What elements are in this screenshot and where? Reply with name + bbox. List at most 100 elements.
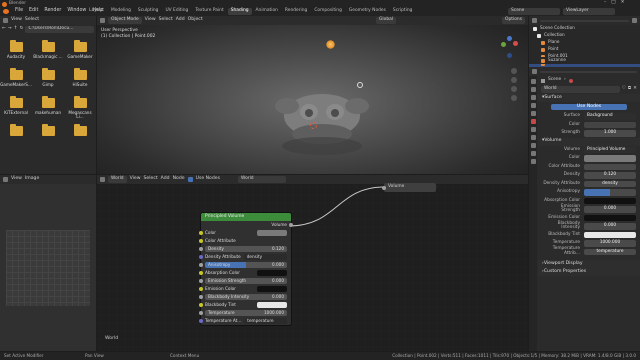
properties-search[interactable] bbox=[540, 70, 637, 73]
viewport-menu-add[interactable]: Add bbox=[176, 18, 185, 23]
scene-field[interactable]: Scene bbox=[508, 8, 560, 15]
outliner-row-suzanne[interactable]: Suzanne bbox=[529, 57, 640, 64]
tab-sculpting[interactable]: Sculpting bbox=[135, 8, 162, 15]
camera-icon[interactable] bbox=[511, 86, 517, 92]
node-value-slider[interactable]: Anisotropy 0.000 bbox=[205, 262, 287, 268]
forward-arrow-icon[interactable]: → bbox=[8, 27, 12, 32]
file-menu-select[interactable]: Select bbox=[25, 18, 39, 23]
tab-rendering[interactable]: Rendering bbox=[282, 8, 310, 15]
tab-scripting[interactable]: Scripting bbox=[390, 8, 416, 15]
neg-z-axis-icon[interactable] bbox=[507, 53, 512, 58]
editor-type-icon[interactable] bbox=[532, 69, 537, 74]
editor-type-icon[interactable] bbox=[3, 177, 8, 182]
menu-edit[interactable]: Edit bbox=[26, 8, 41, 14]
input-socket[interactable] bbox=[199, 247, 203, 251]
input-socket[interactable] bbox=[199, 231, 203, 235]
modifier-tab-icon[interactable] bbox=[530, 135, 536, 140]
property-field[interactable]: 0.120 bbox=[584, 172, 636, 179]
input-socket[interactable] bbox=[199, 287, 203, 291]
folder-item[interactable]: HiSuite bbox=[64, 66, 96, 94]
world-tab-icon[interactable] bbox=[530, 119, 536, 124]
output-tab-icon[interactable] bbox=[530, 95, 536, 100]
input-socket[interactable] bbox=[199, 255, 203, 259]
image-menu-view[interactable]: View bbox=[11, 177, 22, 182]
property-field[interactable]: density bbox=[584, 180, 636, 187]
custom-properties-header[interactable]: › Custom Properties bbox=[538, 268, 640, 276]
menu-render[interactable]: Render bbox=[41, 8, 64, 14]
folder-item[interactable]: Audacity bbox=[0, 38, 32, 66]
outliner-search[interactable] bbox=[540, 19, 629, 22]
folder-item[interactable] bbox=[64, 122, 96, 150]
viewport-menu-select[interactable]: Select bbox=[159, 18, 173, 23]
file-menu-view[interactable]: View bbox=[11, 18, 22, 23]
x-axis-icon[interactable] bbox=[513, 41, 518, 46]
attribute-field[interactable]: temperature bbox=[244, 318, 287, 324]
view-layer-field[interactable]: ViewLayer bbox=[563, 8, 615, 15]
property-field[interactable]: 0.000 bbox=[584, 206, 636, 213]
property-field[interactable] bbox=[584, 189, 636, 196]
volume-input-socket[interactable] bbox=[382, 185, 386, 190]
folder-item[interactable]: GameMaker bbox=[64, 38, 96, 66]
node-value-slider[interactable]: Temperature 1000.000 bbox=[205, 310, 287, 316]
color-swatch[interactable] bbox=[584, 121, 636, 128]
editor-type-icon[interactable] bbox=[100, 18, 105, 23]
scene-tab-icon[interactable] bbox=[530, 111, 536, 116]
input-socket[interactable] bbox=[199, 239, 203, 243]
input-socket[interactable] bbox=[199, 311, 203, 315]
world-datablock-field[interactable]: World bbox=[541, 86, 620, 93]
image-menu-image[interactable]: Image bbox=[25, 177, 39, 182]
property-field[interactable]: 1000.000 bbox=[584, 240, 636, 247]
copy-icon[interactable]: ⧉ bbox=[628, 87, 631, 92]
node-value-slider[interactable]: Density 0.120 bbox=[205, 246, 287, 252]
input-socket[interactable] bbox=[199, 271, 203, 275]
property-field[interactable]: 0.000 bbox=[584, 223, 636, 230]
tab-animation[interactable]: Animation bbox=[253, 8, 281, 15]
close-icon[interactable]: ✕ bbox=[633, 87, 637, 92]
maximize-icon[interactable]: □ bbox=[611, 0, 615, 6]
strength-field[interactable]: 1.000 bbox=[584, 130, 636, 137]
attribute-field[interactable]: density bbox=[243, 254, 287, 260]
pan-hand-icon[interactable] bbox=[511, 77, 517, 83]
physics-tab-icon[interactable] bbox=[530, 143, 536, 148]
render-tab-icon[interactable] bbox=[530, 87, 536, 92]
back-arrow-icon[interactable]: ← bbox=[2, 27, 6, 32]
property-field[interactable] bbox=[584, 214, 636, 221]
editor-type-icon[interactable] bbox=[532, 18, 537, 23]
3d-viewport[interactable]: Object Mode View Select Add Object Globa… bbox=[97, 16, 528, 174]
volume-output-socket[interactable] bbox=[289, 223, 293, 227]
point-light-icon[interactable] bbox=[326, 40, 335, 49]
outliner-row-collection[interactable]: Collection bbox=[529, 32, 640, 39]
refresh-icon[interactable]: ↻ bbox=[20, 27, 24, 32]
editor-type-icon[interactable] bbox=[3, 18, 8, 23]
property-field[interactable] bbox=[584, 155, 636, 162]
image-canvas[interactable] bbox=[6, 230, 90, 306]
folder-item[interactable]: KiTExternal bbox=[0, 94, 32, 122]
color-swatch[interactable] bbox=[257, 302, 287, 308]
tool-tab-icon[interactable] bbox=[530, 79, 536, 84]
tab-geometry-nodes[interactable]: Geometry Nodes bbox=[346, 8, 389, 15]
tab-compositing[interactable]: Compositing bbox=[311, 8, 345, 15]
path-field[interactable]: C:\Users\Ron\Docu... bbox=[25, 26, 94, 33]
input-socket[interactable] bbox=[199, 319, 203, 323]
world-output-node[interactable]: Volume bbox=[382, 183, 436, 192]
outliner-row-plane[interactable]: Plane bbox=[529, 39, 640, 46]
input-socket[interactable] bbox=[199, 279, 203, 283]
input-socket[interactable] bbox=[199, 295, 203, 299]
folder-item[interactable]: makehuman bbox=[32, 94, 64, 122]
input-socket[interactable] bbox=[199, 263, 203, 267]
folder-item[interactable]: GameMakerS... bbox=[0, 66, 32, 94]
node-value-slider[interactable]: Emission Strength 0.000 bbox=[205, 278, 287, 284]
view-layer-tab-icon[interactable] bbox=[530, 103, 536, 108]
zoom-icon[interactable] bbox=[511, 68, 517, 74]
orientation-selector[interactable]: Global bbox=[376, 17, 397, 24]
input-socket[interactable] bbox=[199, 303, 203, 307]
constraints-tab-icon[interactable] bbox=[530, 151, 536, 156]
object-tab-icon[interactable] bbox=[530, 127, 536, 132]
color-swatch[interactable] bbox=[257, 230, 287, 236]
color-swatch[interactable] bbox=[257, 270, 287, 276]
folder-item[interactable]: Gimp bbox=[32, 66, 64, 94]
volume-panel-header[interactable]: ▾ Volume bbox=[538, 137, 640, 146]
principled-volume-node[interactable]: Principled Volume Volume Color Color Attr… bbox=[199, 213, 293, 325]
color-swatch[interactable] bbox=[257, 286, 287, 292]
blender-menu-icon[interactable] bbox=[3, 9, 9, 14]
